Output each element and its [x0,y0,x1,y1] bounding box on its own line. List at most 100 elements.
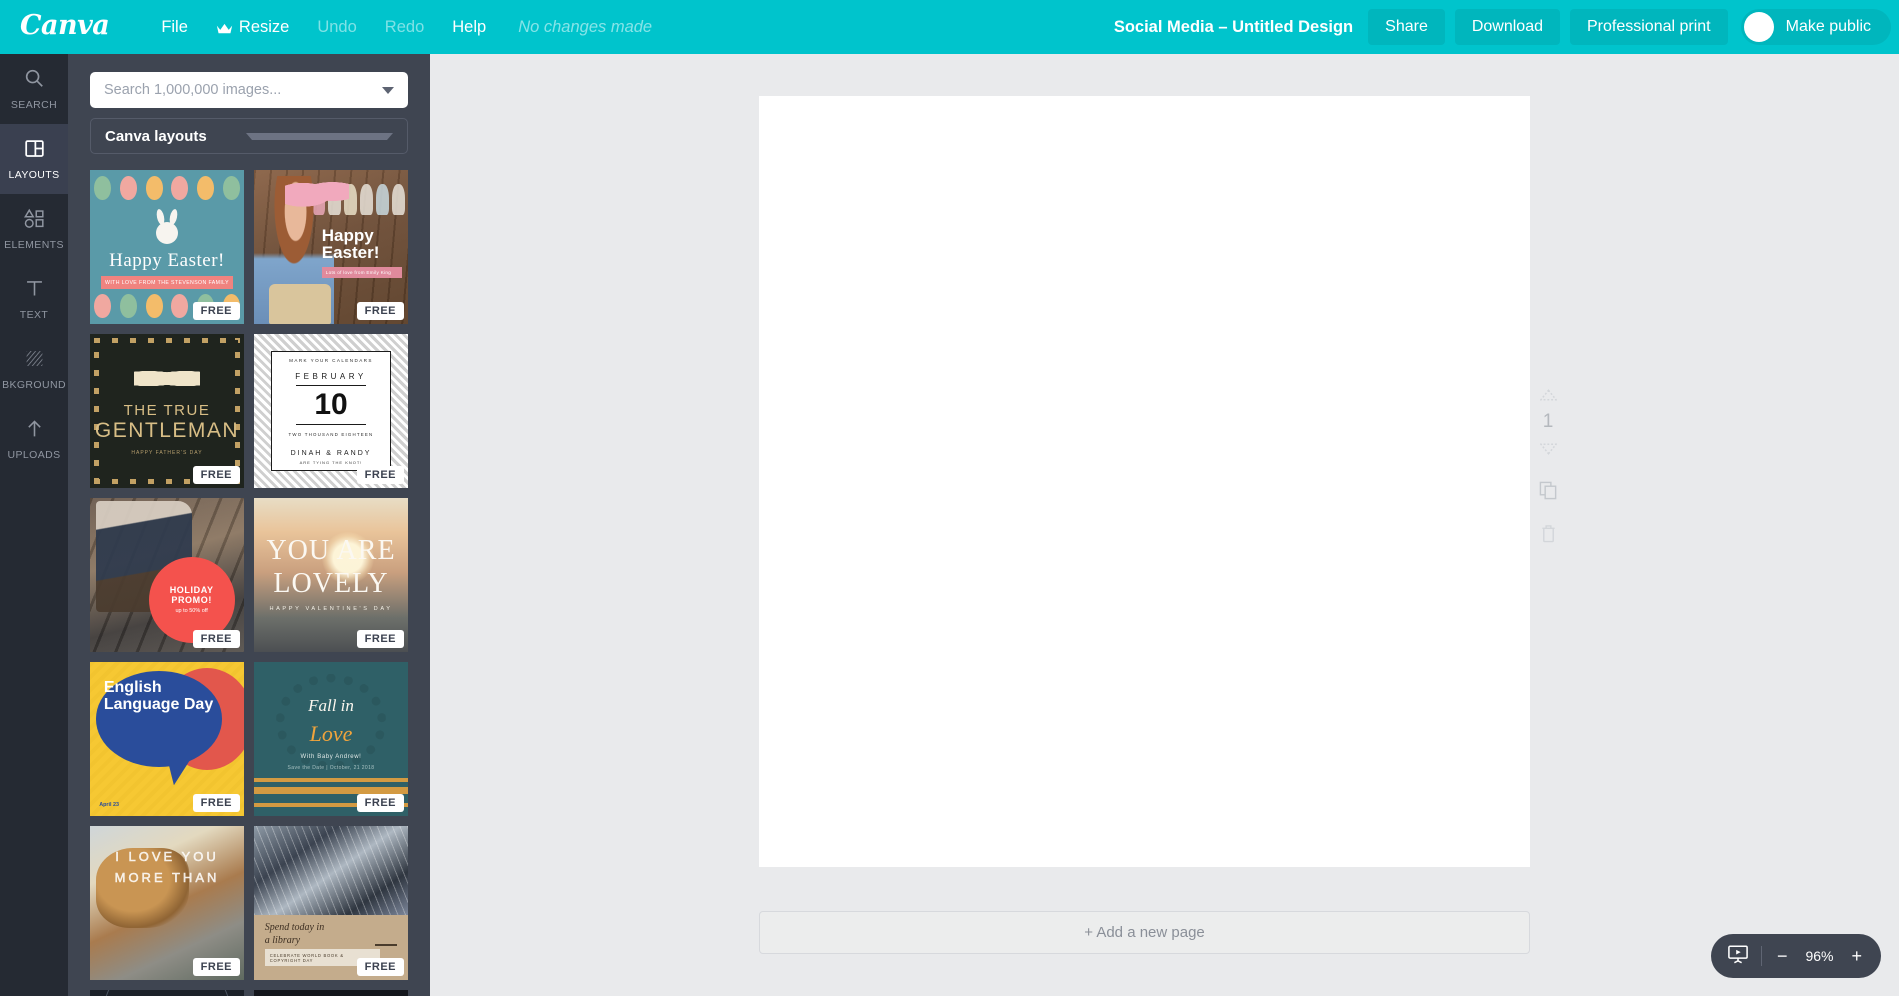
category-select[interactable]: Canva layouts [90,118,408,154]
template-card-february-10[interactable]: MARK YOUR CALENDARS FEBRUARY 10 TWO THOU… [254,334,408,488]
template-date: April 23 [99,802,119,808]
zoom-level: 96% [1802,948,1836,964]
menu-file-label: File [161,18,188,37]
zoom-out-button[interactable]: − [1774,947,1791,965]
delete-page-icon[interactable] [1540,524,1557,543]
sidebar-item-uploads-label: UPLOADS [8,449,61,461]
bunny-icon [156,222,178,244]
sidebar-item-background[interactable]: BKGROUND [0,334,68,404]
page-tools: 1 [1528,389,1568,543]
canva-logo[interactable]: Canva [20,12,109,43]
template-card-happy-easter-eggs[interactable]: Happy Easter! WITH LOVE FROM THE STEVENS… [90,170,244,324]
template-title-line2: LOVELY [254,570,408,598]
menu-help[interactable]: Help [438,12,500,43]
template-title: Happy Easter! [322,227,402,261]
free-badge: FREE [357,958,404,976]
sidebar-item-text[interactable]: TEXT [0,264,68,334]
free-badge: FREE [357,630,404,648]
professional-print-button[interactable]: Professional print [1570,9,1728,45]
template-month: FEBRUARY [295,372,366,381]
moustache-icon [134,368,200,390]
bunny-ears-icon [285,175,350,209]
template-subtitle: up to 50% off [175,608,207,614]
template-day: 10 [314,390,347,420]
free-badge: FREE [193,958,240,976]
free-badge: FREE [193,302,240,320]
menu-resize-label: Resize [239,18,289,37]
menu-file[interactable]: File [147,12,202,43]
menu-redo[interactable]: Redo [371,12,438,43]
template-card-happy-easter-photo[interactable]: Happy Easter! Lots of love from Emily Ki… [254,170,408,324]
page-number: 1 [1543,411,1554,433]
template-grid: Happy Easter! WITH LOVE FROM THE STEVENS… [90,170,408,996]
template-subtitle: With Baby Andrew! [254,754,408,760]
search-box[interactable] [90,72,408,108]
template-title-line1: Spend today in [265,922,324,933]
background-icon [24,348,45,374]
sidebar-item-elements[interactable]: ELEMENTS [0,194,68,264]
sidebar-item-background-label: BKGROUND [2,379,66,391]
template-card-partial-left[interactable] [90,990,244,996]
zoom-in-button[interactable]: + [1848,947,1865,965]
template-card-the-true-gentleman[interactable]: THE TRUE GENTLEMAN HAPPY FATHER'S DAY FR… [90,334,244,488]
sidebar-item-uploads[interactable]: UPLOADS [0,404,68,474]
sidebar-item-layouts[interactable]: LAYOUTS [0,124,68,194]
template-title-line1: THE TRUE [90,402,244,419]
add-new-page-label: + Add a new page [1084,924,1205,941]
template-detail: Save the Date | October, 21 2018 [254,765,408,771]
layouts-icon [24,138,45,164]
panel-inner: Canva layouts Happy Easter! WITH LOVE FR… [68,54,430,996]
add-new-page-button[interactable]: + Add a new page [759,911,1530,954]
search-input[interactable] [104,82,376,98]
make-public-button[interactable]: Make public [1741,9,1891,45]
template-card-partial-right[interactable] [254,990,408,996]
sidebar-item-search[interactable]: SEARCH [0,54,68,124]
sidebar-item-search-label: SEARCH [11,99,57,111]
template-card-fall-in-love[interactable]: Fall in Love With Baby Andrew! Save the … [254,662,408,816]
decor-basket [269,284,331,324]
free-badge: FREE [193,630,240,648]
design-canvas-page[interactable] [759,96,1530,867]
divider [375,944,397,946]
template-title: I LOVE YOU MORE THAN [90,846,244,888]
decor-arc [99,990,235,996]
sidebar-item-elements-label: ELEMENTS [4,239,64,251]
template-title-line1: YOU ARE [254,537,408,565]
divider [296,385,367,386]
make-public-label: Make public [1786,18,1871,36]
free-badge: FREE [193,466,240,484]
document-title[interactable]: Social Media – Untitled Design [1114,18,1353,37]
menu-help-label: Help [452,18,486,37]
top-bar: Canva File Resize Undo Redo Help No chan… [0,0,1899,54]
template-card-holiday-promo[interactable]: HOLIDAY PROMO! up to 50% off FREE [90,498,244,652]
search-icon [23,67,45,94]
chevron-down-icon[interactable] [382,87,394,94]
move-page-down-icon[interactable] [1540,443,1557,455]
layouts-panel: Canva layouts Happy Easter! WITH LOVE FR… [68,54,430,996]
present-icon[interactable] [1727,944,1749,969]
template-subtitle: Lots of love from Emily King [322,267,402,278]
menu-undo[interactable]: Undo [303,12,370,43]
move-page-up-icon[interactable] [1540,389,1557,401]
save-status: No changes made [500,12,666,43]
download-button[interactable]: Download [1455,9,1560,45]
template-card-english-language-day[interactable]: English Language Day April 23 #WorldLang… [90,662,244,816]
free-badge: FREE [357,466,404,484]
left-rail: SEARCH LAYOUTS ELEMENTS [0,54,68,996]
decor-card: MARK YOUR CALENDARS FEBRUARY 10 TWO THOU… [271,351,391,471]
chevron-down-icon[interactable] [246,133,393,140]
template-card-you-are-lovely[interactable]: YOU ARE LOVELY HAPPY VALENTINE'S DAY FRE… [254,498,408,652]
template-card-spend-today-in-a-library[interactable]: Spend today in a library CELEBRATE WORLD… [254,826,408,980]
template-title: Happy Easter! [90,250,244,272]
template-title-line1: HOLIDAY [170,585,214,595]
share-button[interactable]: Share [1368,9,1445,45]
template-title-line2: PROMO! [171,595,212,605]
template-title: Spend today in a library [265,921,324,947]
template-title-line2: a library [265,935,300,946]
menu-undo-label: Undo [317,18,356,37]
duplicate-page-icon[interactable] [1539,481,1558,500]
top-bar-actions: Social Media – Untitled Design Share Dow… [1114,9,1899,45]
free-badge: FREE [357,302,404,320]
menu-resize[interactable]: Resize [202,12,303,43]
template-card-i-love-you-more-than[interactable]: I LOVE YOU MORE THAN FREE [90,826,244,980]
